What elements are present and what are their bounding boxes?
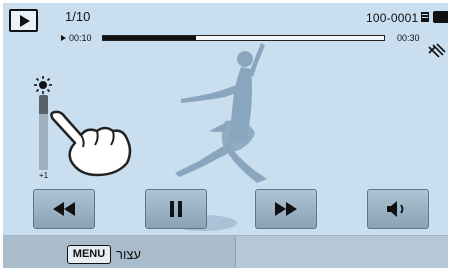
rewind-icon: [53, 202, 75, 216]
memory-card-icon: [421, 12, 429, 22]
rewind-button[interactable]: [33, 189, 95, 229]
sun-icon: [34, 76, 52, 94]
elapsed-time: 00:10: [69, 33, 92, 43]
playback-progress-bar[interactable]: [102, 35, 385, 41]
file-counter: 1/10: [65, 9, 91, 24]
playback-screen: 1/10 100-0001 00:10 00:30 +1 MENU עצור: [3, 3, 448, 268]
volume-icon: [387, 201, 404, 217]
bottom-bar: MENU עצור: [3, 235, 448, 268]
file-number: 100-0001: [366, 11, 419, 25]
top-status-bar: 1/10 100-0001 00:10 00:30: [3, 3, 448, 43]
play-status-icon: [61, 35, 66, 41]
bottom-menu-panel: MENU עצור: [3, 236, 236, 268]
playback-progress-fill: [103, 36, 196, 40]
playback-mode-icon[interactable]: [9, 9, 38, 32]
pause-icon: [170, 201, 182, 217]
fast-forward-button[interactable]: [255, 189, 317, 229]
playback-controls: [3, 189, 448, 229]
pause-button[interactable]: [145, 189, 207, 229]
total-time: 00:30: [397, 33, 420, 43]
touch-hand-icon: [50, 110, 132, 177]
volume-button[interactable]: [367, 189, 429, 229]
stop-label: עצור: [116, 247, 141, 262]
menu-button[interactable]: MENU: [67, 245, 111, 264]
battery-icon: [433, 11, 448, 23]
fast-forward-icon: [275, 202, 297, 216]
wind-noise-icon: [428, 43, 446, 58]
